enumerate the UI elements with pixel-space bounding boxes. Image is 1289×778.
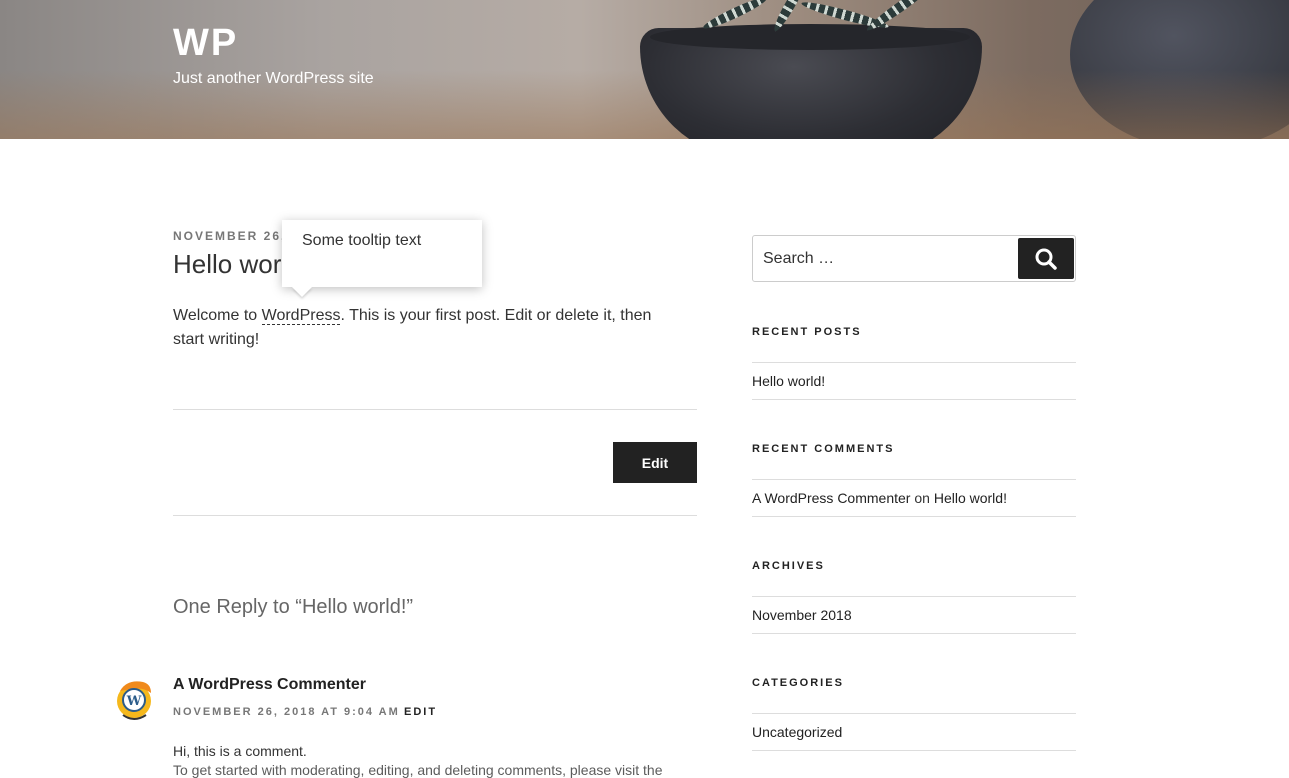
site-title[interactable]: WP: [173, 22, 238, 65]
recent-post-link[interactable]: Hello world!: [752, 373, 825, 389]
divider: [173, 409, 697, 410]
divider: [752, 479, 1076, 480]
svg-text:W: W: [126, 694, 142, 709]
recent-comment-item: A WordPress Commenter on Hello world!: [752, 490, 1007, 506]
post-title[interactable]: Hello wor: [173, 249, 281, 280]
post-content: Welcome to WordPress. This is your first…: [173, 304, 698, 352]
site-header: WP Just another WordPress site: [0, 0, 1289, 139]
comment-edit-link[interactable]: EDIT: [404, 706, 437, 718]
search-icon: [1035, 248, 1057, 270]
avatar: W: [117, 681, 151, 720]
post-text-after: . This is your first post. Edit or delet…: [340, 307, 652, 324]
tooltip-trigger[interactable]: WordPress: [261, 307, 341, 325]
recent-comment-author-link[interactable]: A WordPress Commenter: [752, 490, 910, 506]
recent-comment-post-link[interactable]: Hello world!: [934, 490, 1007, 506]
tooltip: Some tooltip text: [282, 220, 482, 287]
search-input[interactable]: [763, 249, 1003, 269]
tooltip-arrow: [292, 287, 312, 297]
divider: [752, 399, 1076, 400]
tooltip-text: Some tooltip text: [302, 232, 422, 249]
divider: [173, 515, 697, 516]
comment-text: Hi, this is a comment.: [173, 743, 307, 759]
post-text-line2: start writing!: [173, 331, 260, 348]
post-date[interactable]: NOVEMBER 26,: [173, 229, 286, 243]
search-button[interactable]: [1018, 238, 1074, 279]
divider: [752, 750, 1076, 751]
post-text-before: Welcome to: [173, 307, 262, 324]
recent-comment-connector: on: [914, 490, 930, 506]
recent-posts-title: RECENT POSTS: [752, 326, 862, 338]
comment-date[interactable]: NOVEMBER 26, 2018 AT 9:04 AM: [173, 706, 400, 718]
divider: [752, 596, 1076, 597]
divider: [752, 362, 1076, 363]
site-description: Just another WordPress site: [173, 70, 374, 87]
divider: [752, 713, 1076, 714]
archives-title: ARCHIVES: [752, 560, 825, 572]
archive-link[interactable]: November 2018: [752, 607, 852, 623]
header-pot-rim: [650, 24, 970, 50]
category-link[interactable]: Uncategorized: [752, 724, 842, 740]
comment-author[interactable]: A WordPress Commenter: [173, 676, 366, 694]
categories-title: CATEGORIES: [752, 677, 844, 689]
edit-button[interactable]: Edit: [613, 442, 697, 483]
recent-comments-title: RECENT COMMENTS: [752, 443, 895, 455]
divider: [752, 633, 1076, 634]
comments-title: One Reply to “Hello world!”: [173, 596, 414, 618]
comment-text-cut: To get started with moderating, editing,…: [173, 762, 663, 778]
divider: [752, 516, 1076, 517]
